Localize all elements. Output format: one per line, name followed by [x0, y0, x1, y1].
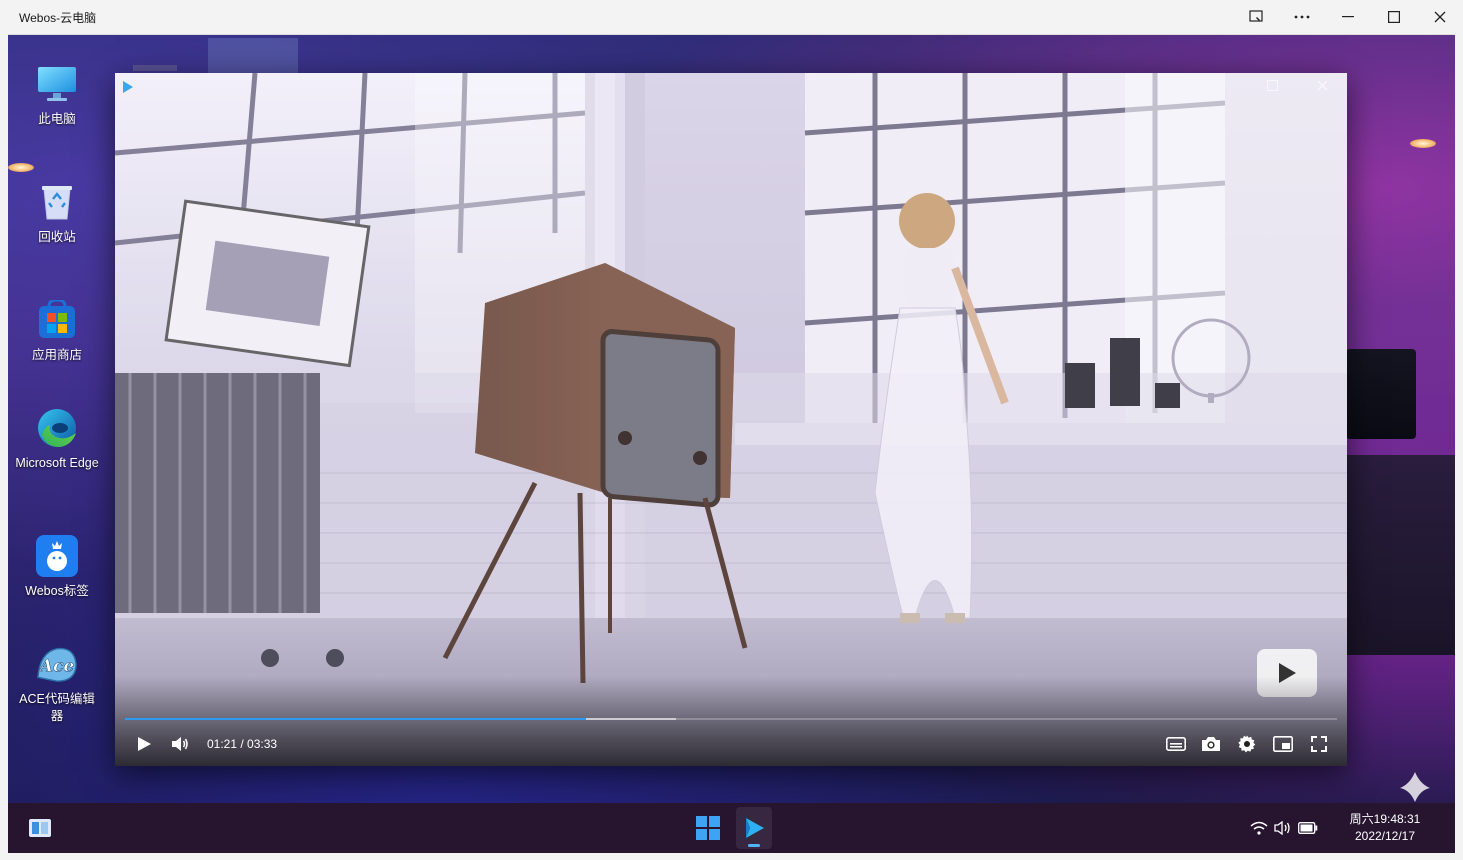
player-app-icon: [746, 818, 764, 838]
taskbar-clock[interactable]: 周六19:48:31 2022/12/17: [1330, 811, 1440, 845]
close-button[interactable]: [1417, 0, 1463, 34]
player-close-button[interactable]: [1317, 79, 1328, 94]
video-frame: [115, 73, 1347, 766]
pip-icon: [1273, 736, 1293, 752]
play-icon: [138, 737, 151, 751]
show-desktop-button[interactable]: [26, 815, 54, 841]
desktop-icon-edge[interactable]: Microsoft Edge: [15, 407, 99, 472]
screenshot-button[interactable]: [1200, 730, 1222, 758]
desktop-icons: 此电脑 回收站 应用商店 Microsoft Edge Webos标签 Ace …: [8, 35, 108, 803]
window-frame-bottom: [0, 853, 1463, 860]
volume-icon: [172, 737, 188, 751]
window-titlebar: Webos-云电脑: [0, 0, 1463, 35]
player-controls: 01:21 / 03:33: [115, 730, 1347, 758]
ace-editor-icon: Ace: [36, 643, 78, 685]
monitor-icon: [36, 63, 78, 105]
wifi-icon[interactable]: [1248, 819, 1270, 837]
start-button[interactable]: [694, 815, 722, 841]
window-ghost: [133, 65, 177, 71]
desktop-icon-label: Microsoft Edge: [15, 456, 99, 470]
clock-date: 2022/12/17: [1354, 829, 1416, 843]
desktop-icon-label: ACE代码编辑器: [19, 692, 95, 723]
svg-text:Ace: Ace: [38, 657, 75, 677]
recycle-bin-icon: [36, 181, 78, 223]
speaker-decoration: [1346, 349, 1416, 439]
window-controls: [1233, 0, 1463, 34]
time-display: 01:21 / 03:33: [207, 730, 277, 758]
taskbar: 周六19:48:31 2022/12/17: [8, 803, 1455, 853]
windows-icon: [696, 816, 720, 840]
window-frame-right: [1455, 34, 1463, 854]
minimize-button[interactable]: [1325, 0, 1371, 34]
camera-icon: [1202, 737, 1220, 751]
more-options-icon[interactable]: [1279, 0, 1325, 34]
fullscreen-icon: [1311, 736, 1327, 752]
window-ghost: [208, 38, 298, 78]
gear-icon: [1238, 735, 1256, 753]
store-icon: [36, 299, 78, 341]
edge-icon: [36, 407, 78, 449]
active-indicator: [748, 844, 760, 847]
progress-bar[interactable]: [125, 718, 1337, 720]
desktop-icon-label: 应用商店: [31, 348, 82, 362]
subtitles-icon: [1166, 737, 1186, 751]
maximize-button[interactable]: [1371, 0, 1417, 34]
wall-lamp: [1410, 139, 1436, 148]
fullscreen-button[interactable]: [1308, 730, 1330, 758]
battery-icon[interactable]: [1296, 819, 1320, 837]
time-display-text: 01:21 / 03:33: [207, 737, 278, 751]
subtitles-button[interactable]: [1165, 730, 1187, 758]
video-player-window[interactable]: 01:21 / 03:33: [115, 73, 1347, 766]
desktop-icon-label: Webos标签: [25, 584, 89, 598]
desktop-icon-label: 回收站: [38, 230, 76, 244]
desktop-icon-ace-editor[interactable]: Ace ACE代码编辑器: [15, 643, 99, 725]
player-logo-icon: [121, 80, 135, 99]
desktop-icon-recycle-bin[interactable]: 回收站: [15, 181, 99, 246]
widgets-icon: [29, 819, 51, 837]
play-button[interactable]: [133, 730, 155, 758]
webos-tag-icon: [36, 535, 78, 577]
cast-icon[interactable]: [1233, 0, 1279, 34]
desktop-icon-this-pc[interactable]: 此电脑: [15, 63, 99, 128]
corner-logo-icon: [1398, 770, 1432, 803]
volume-icon[interactable]: [1272, 819, 1294, 837]
desktop-icon-webos-tag[interactable]: Webos标签: [15, 535, 99, 600]
taskbar-player-app[interactable]: [736, 807, 772, 849]
shelf-decoration: [1346, 455, 1455, 655]
desktop: 此电脑 回收站 应用商店 Microsoft Edge Webos标签 Ace …: [8, 35, 1455, 803]
window-frame-left: [0, 34, 8, 854]
picture-in-picture-button[interactable]: [1272, 730, 1294, 758]
volume-button[interactable]: [168, 730, 192, 758]
progress-played: [125, 718, 586, 720]
player-maximize-button[interactable]: [1267, 79, 1278, 94]
desktop-icon-store[interactable]: 应用商店: [15, 299, 99, 364]
clock-time: 周六19:48:31: [1349, 812, 1421, 826]
settings-button[interactable]: [1236, 730, 1258, 758]
desktop-icon-label: 此电脑: [38, 112, 76, 126]
window-title: Webos-云电脑: [19, 10, 97, 25]
